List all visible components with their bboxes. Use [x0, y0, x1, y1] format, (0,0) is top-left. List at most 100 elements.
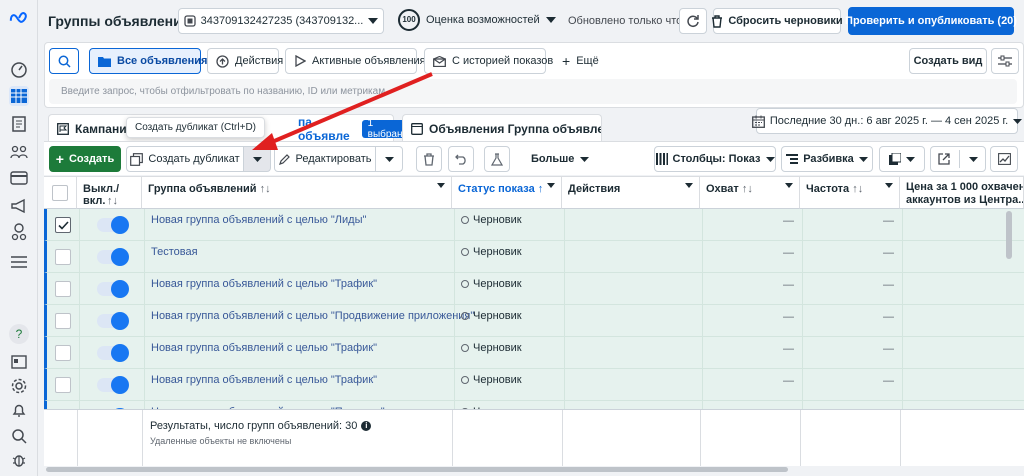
- search-button[interactable]: [49, 48, 79, 74]
- chevron-down-icon[interactable]: [547, 183, 555, 188]
- left-nav-rail: ?: [0, 0, 38, 476]
- info-icon[interactable]: i: [361, 421, 372, 431]
- reports-button[interactable]: [879, 146, 925, 172]
- table-row[interactable]: Новая группа объявлений с целью "Трафик"…: [44, 369, 1024, 401]
- adset-name-link[interactable]: Новая группа объявлений с целью "Продвиж…: [151, 310, 474, 322]
- help-icon[interactable]: ?: [9, 324, 29, 344]
- meta-logo[interactable]: [9, 8, 29, 28]
- row-checkbox-cell[interactable]: [47, 241, 80, 273]
- discard-drafts-button[interactable]: Сбросить черновики: [712, 8, 843, 34]
- audiences-icon[interactable]: [9, 142, 29, 162]
- ads-manager-table-icon[interactable]: [9, 86, 29, 106]
- notifications-bell-icon[interactable]: [9, 400, 29, 420]
- table-row[interactable]: Новая группа объявлений с целью "Трафик"…: [44, 337, 1024, 369]
- breakdown-button[interactable]: Разбивка: [781, 146, 873, 172]
- table-row[interactable]: Новая группа объявлений с целью "Продвиж…: [44, 305, 1024, 337]
- account-selector[interactable]: 343709132427235 (343709132...: [178, 8, 384, 34]
- header-cost-per-1000[interactable]: Цена за 1 000 охваченных аккаунтов из Це…: [900, 177, 1024, 209]
- events-manager-icon[interactable]: [9, 222, 29, 242]
- filter-search-input[interactable]: Введите запрос, чтобы отфильтровать по н…: [49, 79, 1017, 104]
- tab-all-ads[interactable]: Все объявления: [89, 48, 207, 74]
- table-row[interactable]: Новая группа объявлений с целью "Лиды" Че…: [44, 209, 1024, 241]
- delivery-toggle[interactable]: [97, 248, 129, 266]
- row-checkbox-cell[interactable]: [47, 337, 80, 369]
- adset-name-link[interactable]: Новая группа объявлений с целью "Лиды": [151, 214, 366, 226]
- menu-hamburger-icon[interactable]: [9, 252, 29, 272]
- tab-actions[interactable]: Действия: [207, 48, 283, 74]
- adset-name-link[interactable]: Новая группа объявлений с целью "Трафик": [151, 374, 377, 386]
- header-select-all[interactable]: [44, 177, 77, 209]
- header-cost-line1: Цена за 1 000 охваченных: [906, 181, 1023, 193]
- horizontal-scrollbar[interactable]: [46, 467, 788, 472]
- news-icon[interactable]: [9, 352, 29, 372]
- date-range-picker[interactable]: Последние 30 дн.: 6 авг 2025 г. — 4 сен …: [751, 108, 1023, 134]
- tab-with-delivery-history[interactable]: С историей показов: [424, 48, 553, 74]
- create-button[interactable]: + Создать: [49, 146, 121, 172]
- chevron-down-icon[interactable]: [685, 183, 693, 188]
- score-badge: 100: [398, 9, 420, 31]
- ab-test-button[interactable]: [484, 146, 510, 172]
- chevron-down-icon[interactable]: [785, 183, 793, 188]
- row-checkbox-cell[interactable]: [47, 273, 80, 305]
- duplicate-menu-button[interactable]: [243, 146, 271, 172]
- refresh-button[interactable]: [679, 8, 707, 34]
- delivery-toggle[interactable]: [97, 376, 129, 394]
- megaphone-icon[interactable]: [9, 196, 29, 216]
- row-checkbox[interactable]: [55, 377, 71, 393]
- bug-report-icon[interactable]: [9, 450, 29, 470]
- header-reach[interactable]: Охват ↑↓: [700, 177, 800, 209]
- row-reach-cell: —: [703, 241, 803, 273]
- dashboard-gauge-icon[interactable]: [9, 60, 29, 80]
- table-row[interactable]: Новая группа объявлений с целью "Трафик"…: [44, 273, 1024, 305]
- charts-button[interactable]: [990, 146, 1018, 172]
- select-all-checkbox[interactable]: [52, 185, 68, 201]
- chevron-down-icon[interactable]: [437, 183, 445, 188]
- export-button[interactable]: [930, 146, 986, 172]
- tab-active-ads[interactable]: Активные объявления: [285, 48, 426, 74]
- settings-gear-icon[interactable]: [9, 376, 29, 396]
- row-checkbox[interactable]: [55, 281, 71, 297]
- more-tabs-button[interactable]: + Ещё: [554, 48, 604, 74]
- delivery-toggle[interactable]: [97, 344, 129, 362]
- vertical-scrollbar[interactable]: [1006, 211, 1012, 259]
- row-checkbox[interactable]: [55, 249, 71, 265]
- search-icon[interactable]: [9, 426, 29, 446]
- delivery-toggle[interactable]: [97, 312, 129, 330]
- row-checkbox[interactable]: [55, 345, 71, 361]
- row-checkbox[interactable]: [55, 217, 71, 233]
- delivery-toggle[interactable]: [97, 280, 129, 298]
- edit-button[interactable]: Редактировать: [274, 146, 376, 172]
- header-actions[interactable]: Действия: [562, 177, 700, 209]
- duplicate-tooltip: Создать дубликат (Ctrl+D): [126, 117, 265, 138]
- adset-name-link[interactable]: Тестовая: [151, 246, 198, 258]
- row-checkbox-cell[interactable]: [47, 209, 80, 241]
- sort-icon: ↑↓: [852, 183, 864, 195]
- create-view-button[interactable]: Создать вид: [909, 48, 987, 74]
- row-toggle-cell: [80, 209, 145, 241]
- edit-menu-button[interactable]: [375, 146, 403, 172]
- header-delivery-status[interactable]: Статус показа ↑: [452, 177, 562, 209]
- delivery-toggle[interactable]: [97, 216, 129, 234]
- row-checkbox-cell[interactable]: [47, 305, 80, 337]
- tab-ads[interactable]: Объявления Группа объявлении: [402, 114, 602, 142]
- adset-name-link[interactable]: Новая группа объявлений с целью "Трафик": [151, 278, 377, 290]
- table-row[interactable]: Тестовая Черновик — —: [44, 241, 1024, 273]
- row-checkbox-cell[interactable]: [47, 369, 80, 401]
- columns-button[interactable]: Столбцы: Показ: [654, 146, 776, 172]
- header-frequency[interactable]: Частота ↑↓: [800, 177, 900, 209]
- delete-button[interactable]: [416, 146, 442, 172]
- adset-name-link[interactable]: Новая группа объявлений с целью "Трафик": [151, 342, 377, 354]
- review-and-publish-button[interactable]: Проверить и опубликовать (20): [845, 7, 1017, 35]
- billing-card-icon[interactable]: [9, 168, 29, 188]
- opportunity-score[interactable]: 100 Оценка возможностей: [398, 9, 556, 31]
- row-checkbox[interactable]: [55, 313, 71, 329]
- header-onoff[interactable]: Выкл./ вкл. ↑↓: [77, 177, 142, 209]
- duplicate-button[interactable]: Создать дубликат: [126, 146, 244, 172]
- more-actions-button[interactable]: Больше: [531, 153, 590, 165]
- header-adset-name[interactable]: Группа объявлений ↑↓: [142, 177, 452, 209]
- view-settings-button[interactable]: [991, 48, 1019, 74]
- undo-button[interactable]: [448, 146, 474, 172]
- filter-bar: Все объявления Действия Активные объявле…: [44, 42, 1024, 108]
- chevron-down-icon[interactable]: [885, 183, 893, 188]
- pages-icon[interactable]: [9, 114, 29, 134]
